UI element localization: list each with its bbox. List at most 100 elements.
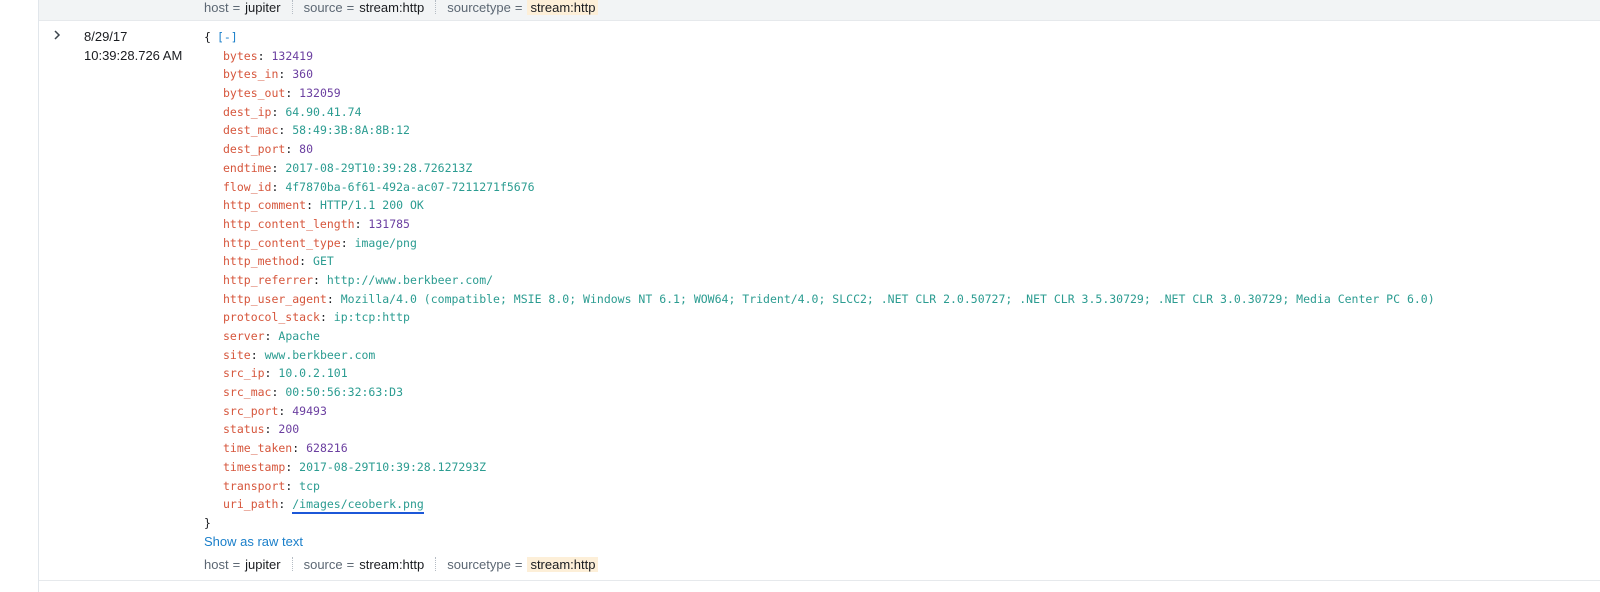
json-key[interactable]: src_mac: [223, 385, 271, 399]
json-value[interactable]: 132419: [271, 49, 313, 63]
json-colon: :: [264, 366, 279, 381]
json-key[interactable]: dest_ip: [223, 105, 271, 119]
json-field-status: status: 200: [204, 420, 1435, 439]
json-key[interactable]: flow_id: [223, 180, 271, 194]
json-value[interactable]: 58:49:3B:8A:8B:12: [292, 123, 410, 137]
json-colon: :: [257, 48, 272, 63]
meta-separator: [435, 557, 437, 571]
json-colon: :: [271, 385, 286, 400]
json-key[interactable]: server: [223, 329, 265, 343]
json-value[interactable]: 200: [278, 422, 299, 436]
json-value[interactable]: Mozilla/4.0 (compatible; MSIE 8.0; Windo…: [341, 292, 1435, 306]
json-field-dest-mac: dest_mac: 58:49:3B:8A:8B:12: [204, 121, 1435, 140]
meta-equals: =: [232, 556, 241, 572]
json-value[interactable]: image/png: [355, 236, 417, 250]
meta-host-item: host = jupiter: [204, 0, 281, 15]
json-key[interactable]: status: [223, 422, 265, 436]
meta-host-value[interactable]: jupiter: [245, 0, 280, 15]
meta-key: source: [303, 556, 343, 572]
json-field-server: server: Apache: [204, 327, 1435, 346]
json-open-brace: {: [204, 30, 211, 44]
json-value[interactable]: 10.0.2.101: [278, 366, 347, 380]
json-key[interactable]: bytes: [223, 49, 258, 63]
meta-key: source: [303, 0, 343, 15]
json-key[interactable]: http_comment: [223, 198, 306, 212]
json-key[interactable]: http_method: [223, 254, 299, 268]
json-key[interactable]: http_content_length: [223, 217, 355, 231]
chevron-right-icon-glyph: [54, 30, 61, 40]
json-key[interactable]: http_referrer: [223, 273, 313, 287]
json-value[interactable]: 2017-08-29T10:39:28.127293Z: [299, 460, 486, 474]
json-key[interactable]: http_user_agent: [223, 292, 327, 306]
event-date: 8/29/17: [84, 29, 128, 44]
meta-source-value[interactable]: stream:http: [359, 0, 424, 15]
json-value[interactable]: 49493: [292, 404, 327, 418]
meta-sourcetype-value[interactable]: stream:http: [527, 0, 599, 15]
json-key[interactable]: dest_port: [223, 142, 285, 156]
json-value[interactable]: 132059: [299, 86, 341, 100]
json-key[interactable]: src_port: [223, 404, 278, 418]
json-field-dest-port: dest_port: 80: [204, 140, 1435, 159]
json-colon: :: [278, 497, 293, 512]
json-value[interactable]: 00:50:56:32:63:D3: [285, 385, 403, 399]
json-key[interactable]: endtime: [223, 161, 271, 175]
meta-sourcetype-item: sourcetype = stream:http: [447, 0, 599, 15]
json-key[interactable]: site: [223, 348, 251, 362]
json-key[interactable]: bytes_out: [223, 86, 285, 100]
json-key[interactable]: protocol_stack: [223, 310, 320, 324]
json-value[interactable]: Apache: [278, 329, 320, 343]
json-value[interactable]: 64.90.41.74: [285, 105, 361, 119]
meta-key: sourcetype: [447, 0, 511, 15]
json-value[interactable]: http://www.berkbeer.com/: [327, 273, 493, 287]
json-key[interactable]: bytes_in: [223, 67, 278, 81]
json-key[interactable]: uri_path: [223, 497, 278, 511]
meta-source-value[interactable]: stream:http: [359, 557, 424, 572]
json-key[interactable]: time_taken: [223, 441, 292, 455]
json-colon: :: [313, 272, 327, 287]
json-colon: :: [340, 235, 355, 250]
json-colon: :: [264, 422, 279, 437]
json-close-line: }: [204, 514, 1435, 533]
json-value[interactable]: 2017-08-29T10:39:28.726213Z: [285, 161, 472, 175]
json-key[interactable]: src_ip: [223, 366, 265, 380]
json-value[interactable]: GET: [313, 254, 334, 268]
meta-separator: [435, 0, 437, 14]
json-key[interactable]: transport: [223, 479, 285, 493]
json-value[interactable]: ip:tcp:http: [334, 310, 410, 324]
json-colon: :: [271, 179, 286, 194]
json-value[interactable]: tcp: [299, 479, 320, 493]
json-field-bytes-out: bytes_out: 132059: [204, 84, 1435, 103]
json-colon: :: [271, 160, 286, 175]
json-key[interactable]: http_content_type: [223, 236, 341, 250]
json-field-http-content-type: http_content_type: image/png: [204, 234, 1435, 253]
show-as-raw-text-link[interactable]: Show as raw text: [204, 534, 303, 549]
json-value[interactable]: 131785: [368, 217, 410, 231]
meta-equals: =: [514, 0, 523, 15]
json-field-endtime: endtime: 2017-08-29T10:39:28.726213Z: [204, 159, 1435, 178]
json-field-src-port: src_port: 49493: [204, 402, 1435, 421]
json-value[interactable]: www.berkbeer.com: [265, 348, 376, 362]
json-field-http-method: http_method: GET: [204, 252, 1435, 271]
previous-event-meta-row: host = jupiter source = stream:http sourcetype…: [204, 0, 599, 16]
meta-host-value[interactable]: jupiter: [245, 557, 280, 572]
json-key[interactable]: timestamp: [223, 460, 285, 474]
json-colon: :: [354, 216, 369, 231]
collapse-json-toggle[interactable]: [-]: [217, 30, 238, 44]
json-field-bytes-in: bytes_in: 360: [204, 65, 1435, 84]
json-value[interactable]: 80: [299, 142, 313, 156]
json-colon: :: [306, 198, 320, 213]
meta-host-item: host = jupiter: [204, 557, 281, 572]
json-value[interactable]: 628216: [306, 441, 348, 455]
event-json-view: {[-] bytes: 132419 bytes_in: 360 bytes_out…: [204, 28, 1435, 533]
json-value[interactable]: 4f7870ba-6f61-492a-ac07-7211271f5676: [285, 180, 534, 194]
meta-sourcetype-value[interactable]: stream:http: [527, 556, 599, 572]
json-value[interactable]: HTTP/1.1 200 OK: [320, 198, 424, 212]
json-value[interactable]: /images/ceoberk.png: [292, 497, 424, 515]
json-field-http-content-length: http_content_length: 131785: [204, 215, 1435, 234]
json-key[interactable]: dest_mac: [223, 123, 278, 137]
json-value[interactable]: 360: [292, 67, 313, 81]
json-field-protocol-stack: protocol_stack: ip:tcp:http: [204, 308, 1435, 327]
meta-separator: [291, 0, 293, 14]
chevron-right-icon[interactable]: [50, 28, 64, 42]
json-field-http-referrer: http_referrer: http://www.berkbeer.com/: [204, 271, 1435, 290]
